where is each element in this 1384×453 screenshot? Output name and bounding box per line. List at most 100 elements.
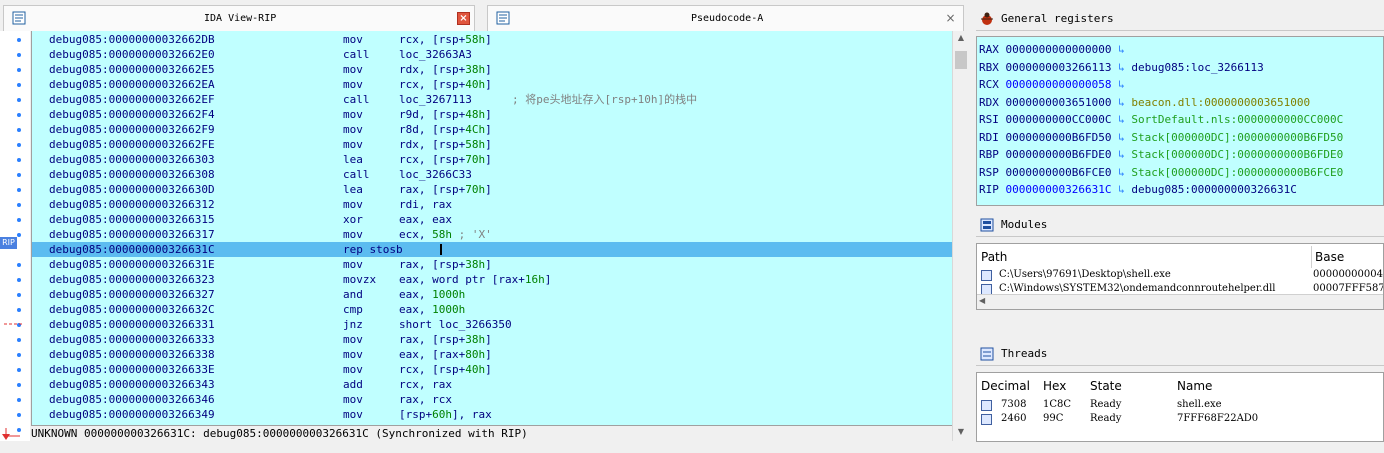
register-row[interactable]: RBX 0000000003266113 ↳ debug085:loc_3266… (979, 59, 1264, 76)
register-row[interactable]: RSI 0000000000CC000C ↳ SortDefault.nls:0… (979, 111, 1343, 128)
disasm-row[interactable]: debug085:0000000003266346 mov rax, rcx (32, 392, 953, 407)
instruction-address: debug085:0000000003266338 (49, 348, 215, 361)
disasm-row[interactable]: debug085:00000000032662EA mov rcx, [rsp+40… (32, 77, 953, 92)
column-divider[interactable] (1311, 246, 1312, 268)
disasm-row[interactable]: debug085:0000000003266338 mov eax, [rax+80… (32, 347, 953, 362)
disasm-row[interactable]: debug085:00000000032662F4 mov r9d, [rsp+48… (32, 107, 953, 122)
register-target[interactable]: debug085:loc_3266113 (1131, 61, 1263, 74)
disasm-row[interactable]: debug085:00000000032662E0 call loc_32663A3 (32, 47, 953, 62)
register-row[interactable]: RBP 0000000000B6FDE0 ↳ Stack[000000DC]:0… (979, 146, 1343, 163)
thread-name[interactable]: shell.exe (1177, 399, 1222, 410)
register-value[interactable]: 0000000000B6FDE0 (1006, 148, 1112, 161)
column-header[interactable]: Name (1177, 379, 1212, 393)
jump-arrow-icon[interactable]: ↳ (1118, 43, 1125, 56)
disasm-row[interactable]: debug085:000000000326632C cmp eax, 1000h (32, 302, 953, 317)
tab-ida-view-rip[interactable]: IDA View-RIP × (3, 5, 475, 31)
thread-hex[interactable]: 99C (1043, 413, 1063, 424)
scroll-thumb[interactable] (955, 51, 967, 69)
module-path[interactable]: C:\Users\97691\Desktop\shell.exe (999, 269, 1171, 280)
line-dot (17, 338, 21, 342)
disasm-row[interactable]: debug085:0000000003266333 mov rax, [rsp+38… (32, 332, 953, 347)
register-target[interactable]: debug085:000000000326631C (1131, 183, 1297, 196)
line-dot (17, 278, 21, 282)
jump-arrow-icon[interactable]: ↳ (1118, 96, 1125, 109)
column-header[interactable]: Hex (1043, 379, 1066, 393)
register-value[interactable]: 0000000000000058 (1006, 78, 1112, 91)
disasm-row[interactable]: debug085:0000000003266327 and eax, 1000h (32, 287, 953, 302)
tab-pseudocode-a[interactable]: Pseudocode-A × (487, 5, 964, 31)
close-icon[interactable]: × (944, 12, 957, 25)
disasm-row[interactable]: debug085:000000000326633E mov rcx, [rsp+40… (32, 362, 953, 377)
general-registers-panel[interactable]: RAX 0000000000000000 ↳ RBX 00000000032661… (976, 36, 1384, 206)
register-value[interactable]: 0000000000B6FCE0 (1006, 166, 1112, 179)
disasm-row[interactable]: debug085:0000000003266349 mov [rsp+60h], r… (32, 407, 953, 422)
register-value[interactable]: 0000000000B6FD50 (1006, 131, 1112, 144)
register-target[interactable]: Stack[000000DC]:0000000000B6FDE0 (1131, 148, 1343, 161)
register-value[interactable]: 0000000000CC000C (1006, 113, 1112, 126)
thread-decimal[interactable]: 2460 (1001, 413, 1026, 424)
thread-hex[interactable]: 1C8C (1043, 399, 1071, 410)
disasm-row[interactable]: debug085:0000000003266308 call loc_3266C33 (32, 167, 953, 182)
disasm-row[interactable]: debug085:00000000032662F9 mov r8d, [rsp+4C… (32, 122, 953, 137)
instruction-mnemonic: call (343, 93, 370, 106)
thread-name[interactable]: 7FFF68F22AD0 (1177, 413, 1258, 424)
disasm-row[interactable]: debug085:0000000003266312 mov rdi, rax (32, 197, 953, 212)
scroll-down-icon[interactable]: ▼ (955, 427, 967, 439)
jump-arrow-icon[interactable]: ↳ (1118, 78, 1125, 91)
register-target[interactable]: Stack[000000DC]:0000000000B6FCE0 (1131, 166, 1343, 179)
disasm-row[interactable]: debug085:0000000003266323 movzx eax, word … (32, 272, 953, 287)
register-target[interactable]: SortDefault.nls:0000000000CC000C (1131, 113, 1343, 126)
jump-arrow-icon[interactable]: ↳ (1118, 113, 1125, 126)
module-base[interactable]: 000000000040 (1313, 269, 1383, 280)
disasm-row[interactable]: debug085:0000000003266317 mov ecx, 58h ; '… (32, 227, 953, 242)
column-header[interactable]: State (1090, 379, 1122, 393)
register-value[interactable]: 0000000000000000 (1006, 43, 1112, 56)
register-row[interactable]: RCX 0000000000000058 ↳ (979, 76, 1125, 93)
threads-panel[interactable]: Decimal Hex State Name 7308 1C8C Ready shel… (976, 372, 1384, 442)
thread-state[interactable]: Ready (1090, 413, 1121, 424)
register-value[interactable]: 0000000003266113 (1006, 61, 1112, 74)
disasm-row[interactable]: debug085:00000000032662EF call loc_3267113… (32, 92, 953, 107)
disasm-row[interactable]: debug085:00000000032662E5 mov rdx, [rsp+38… (32, 62, 953, 77)
register-value[interactable]: 0000000003651000 (1006, 96, 1112, 109)
vertical-scrollbar[interactable]: ▲ ▼ (952, 31, 969, 441)
current-instruction-row[interactable]: debug085:000000000326631C rep stosb (32, 242, 953, 257)
jump-arrow-icon[interactable]: ↳ (1118, 166, 1125, 179)
disasm-row[interactable]: debug085:000000000326631E mov rax, [rsp+38… (32, 257, 953, 272)
disasm-row[interactable]: debug085:0000000003266343 add rcx, rax (32, 377, 953, 392)
disasm-row[interactable]: debug085:0000000003266303 lea rcx, [rsp+70… (32, 152, 953, 167)
column-header[interactable]: Base (1315, 250, 1344, 264)
disasm-row[interactable]: debug085:00000000032662FE mov rdx, [rsp+58… (32, 137, 953, 152)
register-target[interactable]: Stack[000000DC]:0000000000B6FD50 (1131, 131, 1343, 144)
register-row[interactable]: RDI 0000000000B6FD50 ↳ Stack[000000DC]:0… (979, 129, 1343, 146)
register-name: RDX (979, 95, 999, 109)
register-target[interactable]: beacon.dll:0000000003651000 (1131, 96, 1310, 109)
disasm-row[interactable]: debug085:000000000326630D lea rax, [rsp+70… (32, 182, 953, 197)
register-value[interactable]: 000000000326631C (1006, 183, 1112, 196)
disasm-row[interactable]: debug085:00000000032662DB mov rcx, [rsp+58… (32, 32, 953, 47)
register-row[interactable]: RSP 0000000000B6FCE0 ↳ Stack[000000DC]:0… (979, 164, 1343, 181)
scroll-left-icon[interactable]: ◀ (979, 296, 985, 305)
jump-arrow-icon[interactable]: ↳ (1118, 183, 1125, 196)
disasm-row[interactable]: debug085:0000000003266331 jnz short loc_32… (32, 317, 953, 332)
column-header[interactable]: Path (981, 250, 1007, 264)
scroll-up-icon[interactable]: ▲ (955, 33, 967, 45)
module-base[interactable]: 00007FFF5873 (1313, 283, 1383, 294)
module-path[interactable]: C:\Windows\SYSTEM32\ondemandconnroutehel… (999, 283, 1276, 294)
horizontal-scrollbar[interactable]: ◀ (977, 294, 1383, 309)
register-row[interactable]: RAX 0000000000000000 ↳ (979, 41, 1125, 58)
jump-arrow-icon[interactable]: ↳ (1118, 148, 1125, 161)
register-name: RSI (979, 113, 999, 126)
close-icon[interactable]: × (457, 12, 470, 25)
instruction-address: debug085:0000000003266349 (49, 408, 215, 421)
thread-state[interactable]: Ready (1090, 399, 1121, 410)
jump-arrow-icon[interactable]: ↳ (1118, 61, 1125, 74)
modules-panel[interactable]: Path Base C:\Users\97691\Desktop\shell.e… (976, 243, 1384, 310)
column-header[interactable]: Decimal (981, 379, 1030, 393)
disasm-row[interactable]: debug085:0000000003266315 xor eax, eax (32, 212, 953, 227)
register-row[interactable]: RIP 000000000326631C ↳ debug085:00000000… (979, 181, 1297, 198)
jump-arrow-icon[interactable]: ↳ (1118, 131, 1125, 144)
register-row[interactable]: RDX 0000000003651000 ↳ beacon.dll:000000… (979, 94, 1310, 111)
thread-decimal[interactable]: 7308 (1001, 399, 1026, 410)
disassembly-listing[interactable]: debug085:00000000032662DB mov rcx, [rsp+58… (31, 31, 953, 425)
